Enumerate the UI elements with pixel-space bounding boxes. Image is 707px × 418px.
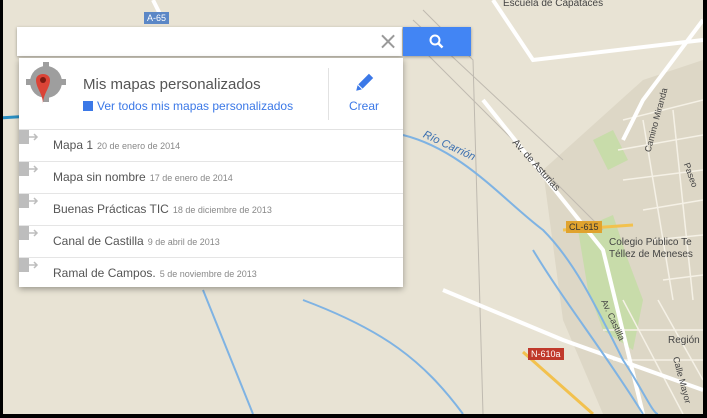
map-date: 18 de diciembre de 2013 bbox=[172, 205, 272, 215]
list-item[interactable]: Buenas Prácticas TIC 18 de diciembre de 2… bbox=[19, 194, 403, 226]
view-all-label: Ver todos mis mapas personalizados bbox=[97, 99, 294, 113]
view-all-maps-link[interactable]: Ver todos mis mapas personalizados bbox=[83, 99, 293, 113]
create-map-button[interactable]: Crear bbox=[339, 70, 389, 120]
panel-title: Mis mapas personalizados bbox=[83, 76, 261, 93]
pencil-icon bbox=[356, 73, 374, 91]
map-name: Buenas Prácticas TIC bbox=[53, 202, 169, 216]
map-link-icon bbox=[19, 162, 39, 176]
map-link-icon bbox=[19, 130, 39, 144]
search-icon bbox=[429, 34, 444, 49]
list-item[interactable]: Mapa 1 20 de enero de 2014 bbox=[19, 130, 403, 162]
road-label-n610a: N-610a bbox=[528, 348, 564, 360]
map-date: 5 de noviembre de 2013 bbox=[159, 269, 257, 279]
poi-school-line2: Téllez de Meneses bbox=[609, 249, 693, 260]
search-box[interactable]: × bbox=[17, 27, 402, 56]
map-canvas[interactable]: A-65 CL-615 N-610a Río Carrión Av. de As… bbox=[3, 0, 703, 414]
map-name: Mapa sin nombre bbox=[53, 170, 146, 184]
screenshot-frame: A-65 CL-615 N-610a Río Carrión Av. de As… bbox=[0, 0, 707, 418]
link-square-icon bbox=[83, 101, 93, 111]
map-date: 20 de enero de 2014 bbox=[97, 141, 181, 151]
map-date: 9 de abril de 2013 bbox=[147, 237, 220, 247]
header-divider bbox=[328, 68, 329, 120]
list-item[interactable]: Ramal de Campos. 5 de noviembre de 2013 bbox=[19, 258, 403, 289]
my-maps-panel: Mis mapas personalizados Ver todos mis m… bbox=[19, 58, 403, 287]
map-link-icon bbox=[19, 194, 39, 208]
list-item[interactable]: Canal de Castilla 9 de abril de 2013 bbox=[19, 226, 403, 258]
close-icon[interactable]: × bbox=[375, 28, 401, 54]
map-name: Canal de Castilla bbox=[53, 234, 144, 248]
panel-header: Mis mapas personalizados Ver todos mis m… bbox=[19, 58, 403, 130]
my-maps-logo-icon bbox=[26, 62, 66, 104]
map-date: 17 de enero de 2014 bbox=[149, 173, 233, 183]
top-map-label: Escuela de Capataces bbox=[503, 0, 604, 9]
map-link-icon bbox=[19, 258, 39, 272]
map-link-icon bbox=[19, 226, 39, 240]
road-label-a65: A-65 bbox=[144, 12, 170, 24]
create-label: Crear bbox=[348, 99, 379, 113]
map-name: Mapa 1 bbox=[53, 138, 94, 152]
maps-list: Mapa 1 20 de enero de 2014 Mapa sin nombr… bbox=[19, 130, 403, 289]
poi-region: Región bbox=[668, 335, 700, 346]
road-label-cl615: CL-615 bbox=[566, 221, 602, 233]
map-name: Ramal de Campos. bbox=[53, 266, 156, 280]
list-item[interactable]: Mapa sin nombre 17 de enero de 2014 bbox=[19, 162, 403, 194]
poi-school-line1: Colegio Público Te bbox=[609, 237, 692, 248]
search-button[interactable] bbox=[403, 27, 471, 56]
